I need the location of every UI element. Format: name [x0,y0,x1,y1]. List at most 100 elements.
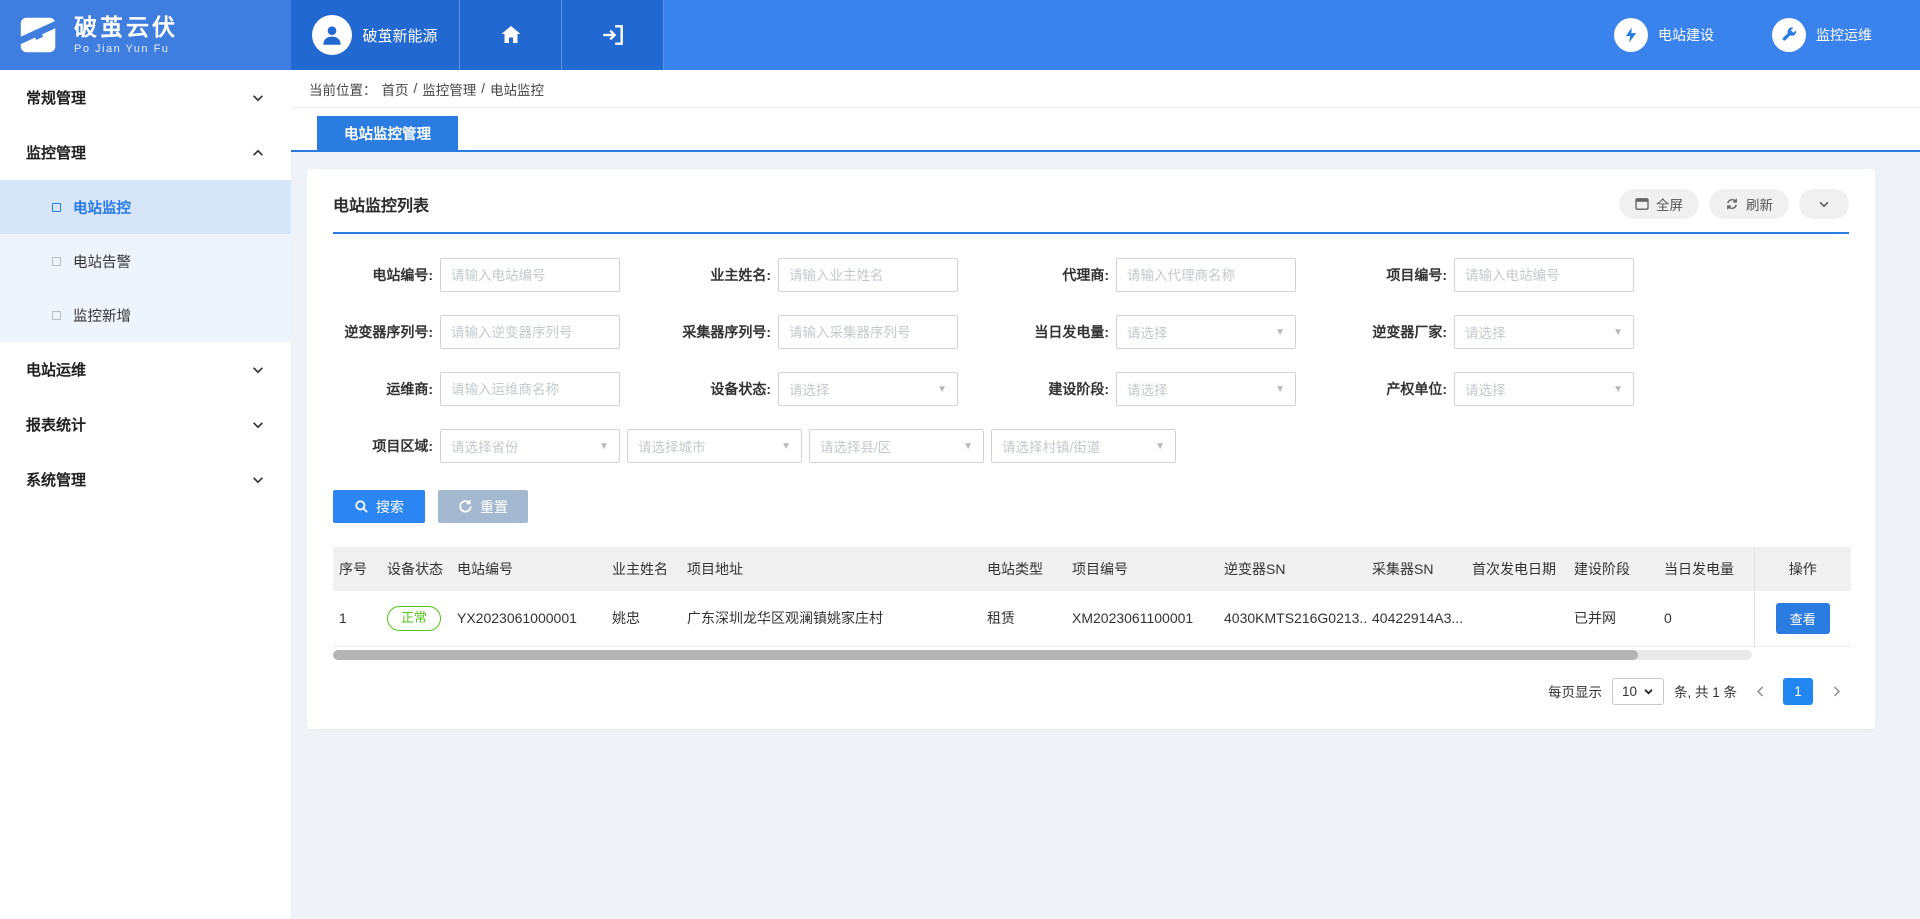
col-first-power-date: 首次发电日期 [1466,547,1568,591]
fullscreen-icon [1635,198,1649,210]
cell-owner: 姚忠 [606,591,681,646]
inverter-sn-input[interactable] [440,315,620,349]
project-no-input[interactable] [1454,258,1634,292]
square-bullet-icon [52,311,61,320]
caret-down-icon: ▼ [599,441,609,452]
caret-down-icon: ▼ [1155,441,1165,452]
filter-label: 采集器序列号: [671,322,771,342]
total-label: 条, 共 1 条 [1674,681,1737,701]
select-placeholder: 请选择 [1465,322,1506,342]
fullscreen-label: 全屏 [1656,194,1683,214]
chevron-down-icon [251,418,265,432]
collector-sn-input[interactable] [778,315,958,349]
col-stage: 建设阶段 [1568,547,1658,591]
cell-stage: 已并网 [1568,591,1658,646]
reset-button[interactable]: 重置 [438,490,528,523]
cell-collector-sn: 40422914A3... [1366,591,1466,646]
select-placeholder: 请选择 [1465,379,1506,399]
filter-form: 电站编号: 业主姓名: 代理商: 项目编号: 逆变器序列号: 采集器序列号: 当… [333,258,1849,463]
logo-mark-icon [16,11,62,60]
cell-inverter-sn: 4030KMTS216G0213... [1218,591,1366,646]
select-placeholder: 请选择省份 [451,436,519,456]
filter-label: 产权单位: [1347,379,1447,399]
filter-label: 运维商: [333,379,433,399]
refresh-button[interactable]: 刷新 [1709,189,1789,219]
owner-name-input[interactable] [778,258,958,292]
next-page-button[interactable] [1823,678,1849,704]
per-page-select[interactable]: 10 [1612,678,1664,705]
select-placeholder: 请选择 [1127,379,1168,399]
sidebar-item-station-monitor[interactable]: 电站监控 [0,180,291,234]
cell-first-power-date [1466,591,1568,646]
sidebar-item-station-alarm[interactable]: 电站告警 [0,234,291,288]
logout-button[interactable] [562,0,664,70]
station-monitor-card: 电站监控列表 全屏 [307,169,1875,729]
horizontal-scrollbar-thumb[interactable] [333,650,1638,660]
inverter-vendor-select[interactable]: 请选择▼ [1454,315,1634,349]
submenu-label: 监控新增 [73,305,131,326]
submenu-label: 电站告警 [73,251,131,272]
table-row: 1 正常 YX2023061000001 姚忠 广东深圳龙华区观澜镇姚家庄村 租… [333,591,1851,646]
col-index: 序号 [333,547,381,591]
per-page-value: 10 [1622,684,1637,699]
county-select[interactable]: 请选择县/区▼ [809,429,984,463]
ops-provider-input[interactable] [440,372,620,406]
sidebar-item-system-management[interactable]: 系统管理 [0,452,291,507]
col-collector-sn: 采集器SN [1366,547,1466,591]
nav-monitor-ops[interactable]: 监控运维 [1772,18,1872,52]
tab-station-monitor-management[interactable]: 电站监控管理 [317,116,458,150]
caret-down-icon: ▼ [937,384,947,395]
col-owner: 业主姓名 [606,547,681,591]
breadcrumb-current: 电站监控 [490,79,544,99]
collapse-button[interactable] [1799,189,1849,219]
chevron-down-icon [251,473,265,487]
view-button[interactable]: 查看 [1776,603,1830,634]
user-menu[interactable]: 破茧新能源 [291,0,460,70]
search-button[interactable]: 搜索 [333,490,425,523]
brand-logo: 破茧云伏 Po Jian Yun Fu [0,0,291,70]
caret-down-icon: ▼ [1275,327,1285,338]
prev-page-button[interactable] [1747,678,1773,704]
col-device-status: 设备状态 [381,547,451,591]
daily-generation-select[interactable]: 请选择▼ [1116,315,1296,349]
chevron-left-icon [1754,685,1767,698]
breadcrumb-level1-link[interactable]: 监控管理 [422,79,476,99]
sidebar-item-monitor-add[interactable]: 监控新增 [0,288,291,342]
sidebar-item-monitor-management[interactable]: 监控管理 [0,125,291,180]
col-inverter-sn: 逆变器SN [1218,547,1366,591]
sidebar-item-general-management[interactable]: 常规管理 [0,70,291,125]
page-1-button[interactable]: 1 [1783,678,1813,705]
province-select[interactable]: 请选择省份 ▼ [440,429,620,463]
reset-label: 重置 [480,497,508,517]
refresh-icon [1725,197,1739,211]
col-actions: 操作 [1754,547,1851,591]
home-button[interactable] [460,0,562,70]
select-placeholder: 请选择 [789,379,830,399]
filter-label: 项目区域: [333,436,433,456]
sidebar-item-report-statistics[interactable]: 报表统计 [0,397,291,452]
header-nav: 电站建设 监控运维 [1614,0,1920,70]
sidebar-item-station-ops[interactable]: 电站运维 [0,342,291,397]
col-project-no: 项目编号 [1066,547,1218,591]
select-placeholder: 请选择村镇/街道 [1002,436,1100,456]
menu-label: 监控管理 [26,142,86,163]
caret-down-icon: ▼ [1613,384,1623,395]
property-unit-select[interactable]: 请选择 ▼ [1454,372,1634,406]
device-status-select[interactable]: 请选择 ▼ [778,372,958,406]
avatar [312,15,352,55]
construction-stage-select[interactable]: 请选择▼ [1116,372,1296,406]
breadcrumb-home-link[interactable]: 首页 [382,79,409,99]
submenu-label: 电站监控 [73,197,131,218]
agent-input[interactable] [1116,258,1296,292]
chevron-right-icon [1830,685,1843,698]
per-page-label: 每页显示 [1548,681,1602,701]
filter-label: 设备状态: [671,379,771,399]
city-select[interactable]: 请选择城市▼ [627,429,802,463]
menu-label: 电站运维 [26,359,86,380]
nav-station-construction[interactable]: 电站建设 [1614,18,1714,52]
town-select[interactable]: 请选择村镇/街道 ▼ [991,429,1176,463]
filter-label: 代理商: [1009,265,1109,285]
station-no-input[interactable] [440,258,620,292]
fullscreen-button[interactable]: 全屏 [1619,189,1699,219]
horizontal-scrollbar-track[interactable] [333,650,1752,660]
